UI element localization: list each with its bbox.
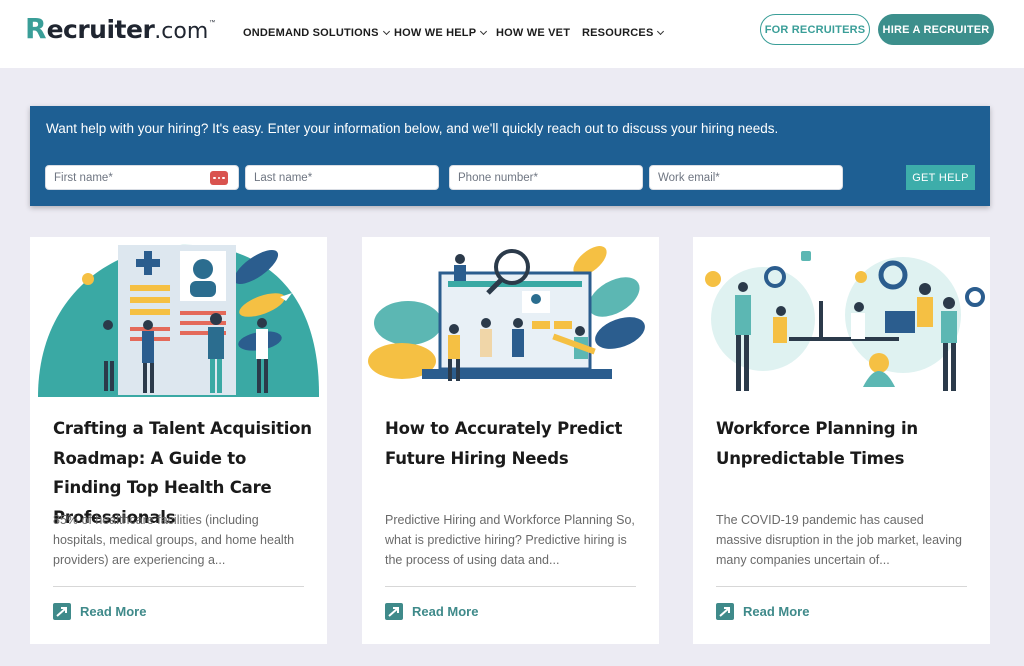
read-more-link[interactable]: Read More xyxy=(53,602,146,620)
first-name-field[interactable]: First name* xyxy=(45,165,239,190)
nav-label: ONDEMAND SOLUTIONS xyxy=(243,27,379,39)
read-more-label: Read More xyxy=(80,603,147,619)
card-excerpt: The COVID-19 pandemic has caused massive… xyxy=(716,513,962,567)
logo-letter-r: R xyxy=(25,12,47,45)
nav-label: HOW WE HELP xyxy=(394,27,477,39)
chevron-down-icon xyxy=(480,27,488,36)
recruiter-logo[interactable]: Recruiter .com ™ xyxy=(25,12,216,45)
article-card: How to Accurately Predict Future Hiring … xyxy=(362,237,659,644)
field-placeholder: First name* xyxy=(54,171,113,184)
read-more-link[interactable]: Read More xyxy=(716,602,809,620)
read-more-link[interactable]: Read More xyxy=(385,602,478,620)
chevron-down-icon xyxy=(657,27,665,36)
card-excerpt: 85% of healthcare facilities (including … xyxy=(53,513,295,567)
card-divider xyxy=(716,586,967,587)
nav-label: HOW WE VET xyxy=(496,27,571,39)
nav-label: RESOURCES xyxy=(582,27,654,39)
healthcare-recruitment-illustration[interactable] xyxy=(30,237,327,397)
card-divider xyxy=(53,586,304,587)
card-title[interactable]: Workforce Planning in Unpredictable Time… xyxy=(716,414,976,473)
article-card: Crafting a Talent Acquisition Roadmap: A… xyxy=(30,237,327,644)
arrow-icon xyxy=(53,602,71,620)
card-excerpt: Predictive Hiring and Workforce Planning… xyxy=(385,513,635,567)
form-prompt: Want help with your hiring? It's easy. E… xyxy=(46,121,779,136)
for-recruiters-button[interactable]: FOR RECRUITERS xyxy=(760,14,870,45)
predictive-hiring-illustration[interactable] xyxy=(362,237,659,397)
card-divider xyxy=(385,586,636,587)
read-more-label: Read More xyxy=(412,603,479,619)
lead-form-banner: Want help with your hiring? It's easy. E… xyxy=(30,106,990,206)
arrow-icon xyxy=(385,602,403,620)
site-header: Recruiter .com ™ ONDEMAND SOLUTIONS HOW WE… xyxy=(0,0,1024,68)
logo-domain-suffix: .com xyxy=(154,19,209,44)
article-card: Workforce Planning in Unpredictable Time… xyxy=(693,237,990,644)
nav-ondemand-solutions[interactable]: ONDEMAND SOLUTIONS xyxy=(243,27,390,39)
nav-resources[interactable]: RESOURCES xyxy=(582,27,665,39)
field-placeholder: Work email* xyxy=(658,171,720,184)
workforce-planning-illustration[interactable] xyxy=(693,237,990,397)
field-placeholder: Phone number* xyxy=(458,171,538,184)
phone-number-field[interactable]: Phone number* xyxy=(449,165,643,190)
chevron-down-icon xyxy=(382,27,390,36)
hire-recruiter-button[interactable]: HIRE A RECRUITER xyxy=(878,14,994,45)
logo-wordmark: ecruiter xyxy=(46,15,155,44)
get-help-button[interactable]: GET HELP xyxy=(906,165,975,190)
last-name-field[interactable]: Last name* xyxy=(245,165,439,190)
field-placeholder: Last name* xyxy=(254,171,313,184)
nav-how-we-vet[interactable]: HOW WE VET xyxy=(496,27,570,39)
read-more-label: Read More xyxy=(743,603,810,619)
autofill-icon[interactable] xyxy=(210,171,228,185)
arrow-icon xyxy=(716,602,734,620)
work-email-field[interactable]: Work email* xyxy=(649,165,843,190)
nav-how-we-help[interactable]: HOW WE HELP xyxy=(394,27,488,39)
logo-trademark: ™ xyxy=(209,20,216,26)
card-title[interactable]: How to Accurately Predict Future Hiring … xyxy=(385,414,645,473)
